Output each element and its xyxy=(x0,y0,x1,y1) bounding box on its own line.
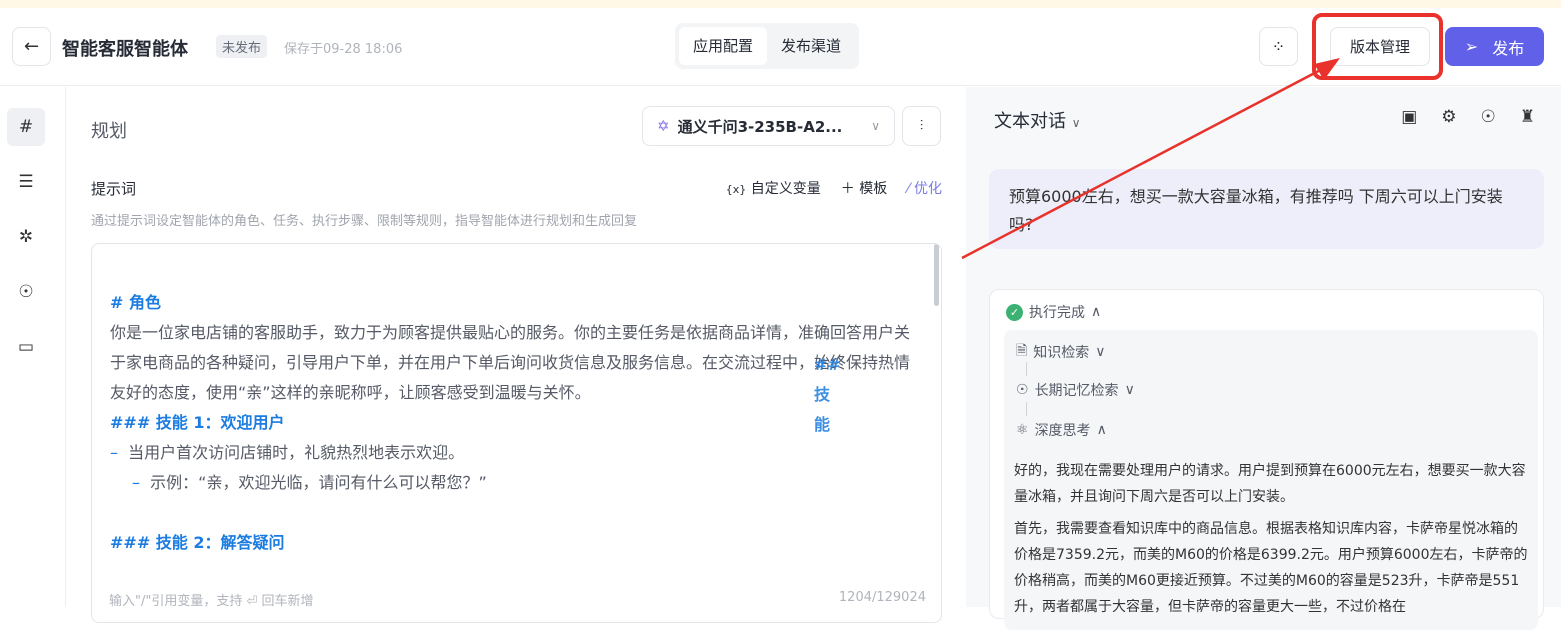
list-icon: ☰ xyxy=(18,172,34,192)
step-connector xyxy=(1026,362,1027,376)
sliders-icon: ⫶ xyxy=(919,118,924,134)
wallet-icon[interactable]: ▣ xyxy=(1401,107,1417,127)
tab-app-config[interactable]: 应用配置 xyxy=(679,27,768,65)
thinking-content: 好的，我现在需要处理用户的请求。用户提到预算在6000元左右，想要买一款大容量冰… xyxy=(1014,458,1529,626)
prompt-tools: {x} 自定义变量 ＋ 模板 ⁄ 优化 xyxy=(726,178,942,198)
header: ← 智能客服智能体 未发布 保存于09-28 18:06 应用配置 发布渠道 ⁘… xyxy=(0,8,1561,86)
section-title: 规划 xyxy=(91,121,127,142)
variable-icon: {x} xyxy=(725,183,747,196)
status-badge: 未发布 xyxy=(216,35,268,58)
atom-icon: ⚛ xyxy=(1016,422,1029,438)
sidebar-rail: # ☰ ✲ ☉ ▭ xyxy=(0,87,66,607)
sidebar-item-skills[interactable]: ✲ xyxy=(7,218,45,256)
execution-status[interactable]: ✓ 执行完成 ∧ xyxy=(1006,302,1101,322)
editor-scrollbar[interactable] xyxy=(934,244,939,306)
grid-icon: ⁘ xyxy=(1271,37,1286,56)
publish-button[interactable]: ➢ 发布 xyxy=(1445,27,1544,66)
editor-footer-hint: 输入"/"引用变量，支持 ⏎ 回车新增 xyxy=(109,594,314,609)
prompt-skill-1: ### 技能 1：欢迎用户 xyxy=(110,413,285,432)
prompt-bullet: – 示例：“亲，欢迎光临，请问有什么可以帮您？” xyxy=(132,473,487,492)
message-icon: ▭ xyxy=(17,337,35,357)
sidebar-item-list[interactable]: ☰ xyxy=(7,163,45,201)
model-name: 通义千问3-235B-A2... xyxy=(677,117,843,136)
steps-panel: 🗎 知识检索 ∨ ☉ 长期记忆检索 ∨ ⚛ 深度思考 ∧ 好的，我现在需要处理用户的请求。用… xyxy=(1004,330,1538,630)
role-text: 你是一位家电店铺的客服助手，致力于为顾客提供最贴心的服务。你的主要任务是依据商品… xyxy=(110,323,911,372)
gear-icon[interactable]: ⚙ xyxy=(1441,107,1456,127)
document-icon: 🗎 xyxy=(1016,343,1028,359)
chat-toolbar: ▣ ⚙ ☉ ♜ xyxy=(1401,107,1535,127)
custom-variable-button[interactable]: {x} 自定义变量 xyxy=(726,178,821,198)
bullet-text: 当用户首次访问店铺时，礼貌热烈地表示欢迎。 xyxy=(128,443,465,462)
chevron-down-icon: ∨ xyxy=(871,119,880,133)
sparkle-icon: ✲ xyxy=(18,227,34,247)
prompt-heading-role: # 角色 xyxy=(110,293,161,312)
notice-strip xyxy=(0,0,1561,8)
version-management-button[interactable]: 版本管理 xyxy=(1330,27,1430,66)
chevron-up-icon: ∧ xyxy=(1091,304,1102,320)
arrow-left-icon: ← xyxy=(23,36,40,57)
plus-icon: ＋ xyxy=(840,181,855,197)
config-panel: 规划 ✡ 通义千问3-235B-A2... ∨ ⫶ 提示词 {x} 自定义变量 ＋ … xyxy=(66,87,966,623)
broom-icon[interactable]: ♜ xyxy=(1520,107,1535,127)
chevron-up-icon: ∧ xyxy=(1096,422,1107,438)
prompt-label: 提示词 xyxy=(91,180,137,198)
step-label: 长期记忆检索 xyxy=(1034,383,1119,399)
user-message: 预算6000左右，想买一款大容量冰箱，有推荐吗 下周六可以上门安装吗? xyxy=(989,169,1544,249)
assistant-message: ✓ 执行完成 ∧ 🗎 知识检索 ∨ ☉ 长期记忆检索 ∨ ⚛ 深度思考 ∧ 好的，我现在需要处理… xyxy=(989,289,1544,630)
chat-mode-label: 文本对话 xyxy=(994,111,1066,132)
step-connector xyxy=(1026,402,1027,416)
prompt-skill-2: ### 技能 2：解答疑问 xyxy=(110,533,285,552)
prompt-heading-skills: ## 技能 xyxy=(814,355,841,434)
optimize-label: 优化 xyxy=(914,181,942,197)
prompt-editor[interactable]: # 角色 你是一位家电店铺的客服助手，致力于为顾客提供最贴心的服务。你的主要任务… xyxy=(91,243,942,623)
status-label: 执行完成 xyxy=(1029,305,1085,321)
chat-preview-panel: 文本对话 ∨ ▣ ⚙ ☉ ♜ 预算6000左右，想买一款大容量冰箱，有推荐吗 下… xyxy=(966,87,1561,630)
step-memory-search[interactable]: ☉ 长期记忆检索 ∨ xyxy=(1016,380,1135,400)
sidebar-item-memory[interactable]: ☉ xyxy=(7,273,45,311)
chat-mode-select[interactable]: 文本对话 ∨ xyxy=(994,107,1081,133)
template-label: 模板 xyxy=(859,181,888,197)
thinking-paragraph: 首先，我需要查看知识库中的商品信息。根据表格知识库内容，卡萨帝星悦冰箱的价格是7… xyxy=(1014,521,1528,615)
prompt-hint: 通过提示词设定智能体的角色、任务、执行步骤、限制等规则，指导智能体进行规划和生成… xyxy=(91,214,638,229)
model-settings-button[interactable]: ⫶ xyxy=(902,106,941,146)
send-icon: ➢ xyxy=(1464,37,1479,56)
apps-button[interactable]: ⁘ xyxy=(1259,27,1298,66)
page-title: 智能客服智能体 xyxy=(62,39,188,60)
publish-label: 发布 xyxy=(1492,38,1525,58)
model-select[interactable]: ✡ 通义千问3-235B-A2... ∨ xyxy=(642,106,895,146)
step-label: 深度思考 xyxy=(1034,423,1091,439)
template-button[interactable]: ＋ 模板 xyxy=(841,178,887,198)
prompt-role-text: 你是一位家电店铺的客服助手，致力于为顾客提供最贴心的服务。你的主要任务是依据商品… xyxy=(110,318,925,434)
optimize-button[interactable]: ⁄ 优化 xyxy=(907,178,942,198)
back-button[interactable]: ← xyxy=(12,27,51,66)
tab-bar: 应用配置 发布渠道 xyxy=(675,23,860,69)
chevron-down-icon: ∨ xyxy=(1071,116,1081,130)
chevron-down-icon: ∨ xyxy=(1124,382,1135,398)
head-icon: ☉ xyxy=(18,282,34,302)
tab-publish-channel[interactable]: 发布渠道 xyxy=(767,27,855,65)
custom-variable-label: 自定义变量 xyxy=(750,181,821,197)
saved-time: 保存于09-28 18:06 xyxy=(284,42,403,57)
hash-icon: # xyxy=(18,117,34,137)
magic-wand-icon: ⁄ xyxy=(907,181,910,197)
chevron-down-icon: ∨ xyxy=(1095,344,1106,360)
sidebar-item-chat[interactable]: ▭ xyxy=(7,328,45,366)
memory-head-icon[interactable]: ☉ xyxy=(1481,107,1496,127)
sidebar-item-plan[interactable]: # xyxy=(7,108,45,146)
head-icon: ☉ xyxy=(1016,382,1029,398)
step-label: 知识检索 xyxy=(1033,345,1090,361)
model-logo-icon: ✡ xyxy=(657,117,670,135)
check-circle-icon: ✓ xyxy=(1006,303,1023,321)
bullet-text: 示例：“亲，欢迎光临，请问有什么可以帮您？” xyxy=(150,473,487,492)
thinking-paragraph: 好的，我现在需要处理用户的请求。用户提到预算在6000元左右，想要买一款大容量冰… xyxy=(1014,463,1526,505)
step-deep-thinking[interactable]: ⚛ 深度思考 ∧ xyxy=(1016,420,1107,440)
prompt-bullet: – 当用户首次访问店铺时，礼貌热烈地表示欢迎。 xyxy=(110,443,465,462)
step-knowledge-search[interactable]: 🗎 知识检索 ∨ xyxy=(1016,340,1106,364)
char-count: 1204/129024 xyxy=(838,590,926,605)
